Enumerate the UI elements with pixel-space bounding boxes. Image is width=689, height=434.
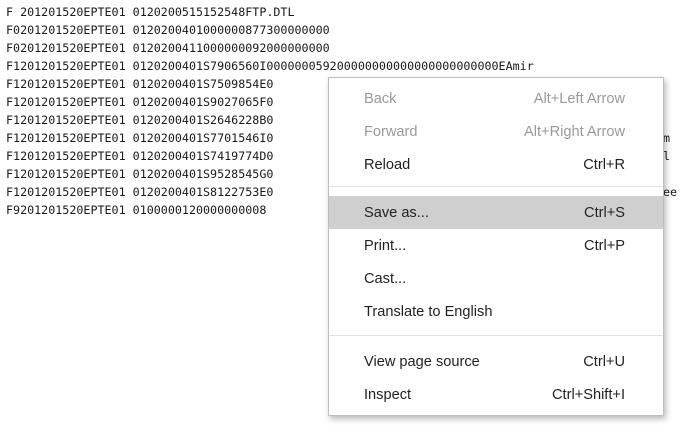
- menu-item-reload-label: Reload: [364, 156, 411, 173]
- text-line-11-tail: ee: [663, 185, 678, 199]
- menu-item-inspect-label: Inspect: [364, 386, 412, 403]
- menu-item-cast-label: Cast...: [364, 270, 407, 287]
- menu-item-translate-label: Translate to English: [364, 303, 493, 320]
- menu-item-back-label: Back: [364, 90, 397, 107]
- menu-item-print[interactable]: Print... Ctrl+P: [329, 229, 663, 262]
- menu-item-save-as-label: Save as...: [364, 204, 429, 221]
- menu-item-forward[interactable]: Forward Alt+Right Arrow: [329, 115, 663, 148]
- menu-item-translate[interactable]: Translate to English: [329, 295, 663, 328]
- menu-item-back[interactable]: Back Alt+Left Arrow: [329, 82, 663, 115]
- menu-item-print-label: Print...: [364, 237, 407, 254]
- menu-item-cast[interactable]: Cast...: [329, 262, 663, 295]
- text-line-2: F0201201520EPTE01 0120200401000000877300…: [6, 23, 330, 37]
- context-menu: Back Alt+Left Arrow Forward Alt+Right Ar…: [328, 77, 664, 416]
- text-line-9-tail: l: [663, 149, 671, 163]
- menu-item-forward-shortcut: Alt+Right Arrow: [524, 123, 625, 140]
- menu-item-reload[interactable]: Reload Ctrl+R: [329, 148, 663, 181]
- menu-item-inspect-shortcut: Ctrl+Shift+I: [552, 386, 625, 403]
- text-line-8-tail: m: [663, 131, 671, 145]
- menu-item-back-shortcut: Alt+Left Arrow: [533, 90, 625, 107]
- menu-item-save-as-shortcut: Ctrl+S: [584, 204, 625, 221]
- menu-item-view-page-source-shortcut: Ctrl+U: [583, 353, 625, 370]
- menu-item-reload-shortcut: Ctrl+R: [583, 156, 625, 173]
- text-line-3: F0201201520EPTE01 0120200411000000092000…: [6, 41, 330, 55]
- text-line-1: F 201201520EPTE01 0120200515152548FTP.DT…: [6, 5, 295, 19]
- menu-item-view-page-source-label: View page source: [364, 353, 480, 370]
- menu-item-print-shortcut: Ctrl+P: [584, 237, 625, 254]
- menu-item-save-as[interactable]: Save as... Ctrl+S: [329, 196, 663, 229]
- menu-item-view-page-source[interactable]: View page source Ctrl+U: [329, 345, 663, 378]
- text-line-4: F1201201520EPTE01 0120200401S7906560I000…: [6, 59, 534, 73]
- menu-divider: [329, 186, 663, 187]
- menu-item-inspect[interactable]: Inspect Ctrl+Shift+I: [329, 378, 663, 411]
- menu-item-forward-label: Forward: [364, 123, 418, 140]
- menu-divider: [329, 335, 663, 336]
